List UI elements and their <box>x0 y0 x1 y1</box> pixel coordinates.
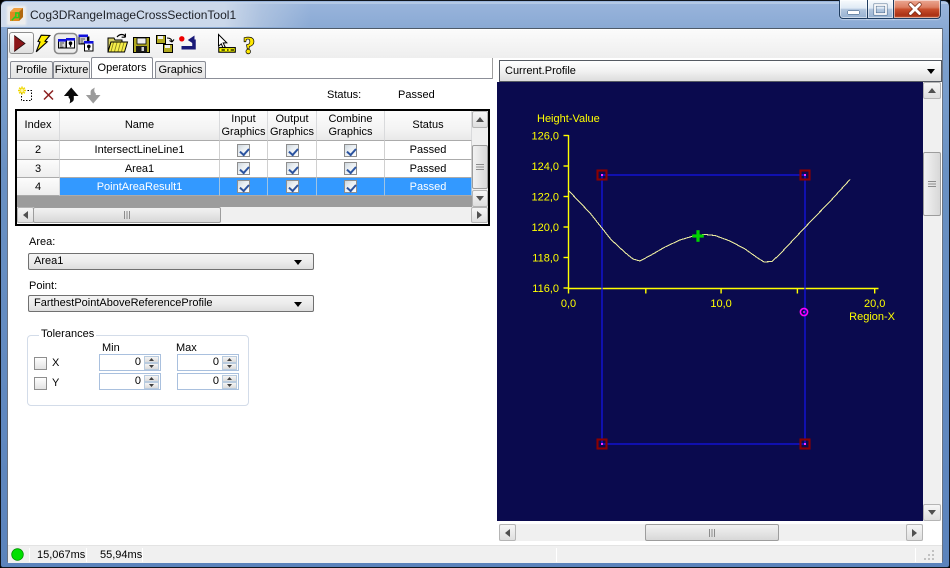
svg-text:124,0: 124,0 <box>531 161 559 173</box>
svg-text:10,0: 10,0 <box>710 298 731 310</box>
svg-text:20,0: 20,0 <box>864 298 885 310</box>
svg-text:116,0: 116,0 <box>532 283 559 295</box>
svg-text:Region-X: Region-X <box>849 311 896 323</box>
svg-text:?: ? <box>243 34 255 59</box>
svg-text:0,0: 0,0 <box>561 298 576 310</box>
svg-text:126,0: 126,0 <box>531 131 559 143</box>
svg-text:118,0: 118,0 <box>532 253 559 265</box>
svg-text:120,0: 120,0 <box>531 222 559 234</box>
svg-text:122,0: 122,0 <box>531 192 559 204</box>
svg-text:Height-Value: Height-Value <box>537 113 600 125</box>
